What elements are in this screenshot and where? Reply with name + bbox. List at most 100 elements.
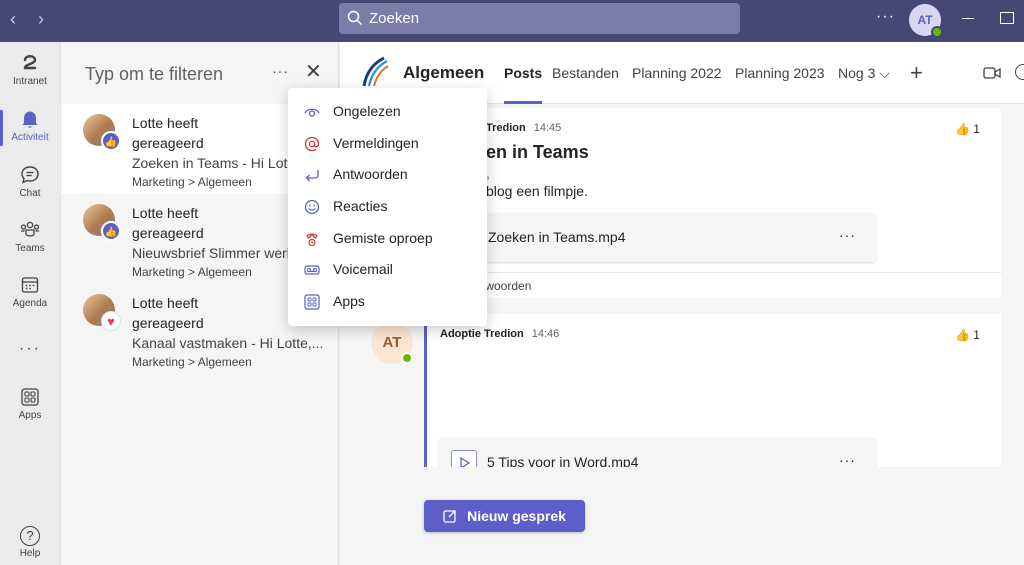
presence-available-icon bbox=[401, 352, 413, 364]
close-filter-icon[interactable]: ✕ bbox=[305, 62, 322, 82]
heart-icon: ♥ bbox=[101, 311, 121, 331]
post-author: Tredion bbox=[486, 122, 526, 134]
new-conversation-button[interactable]: Nieuw gesprek bbox=[424, 500, 585, 532]
rail-item-label: Teams bbox=[15, 243, 45, 254]
apps-icon bbox=[304, 294, 320, 310]
reaction-count: 1 bbox=[973, 122, 980, 136]
help-button[interactable]: ? Help bbox=[0, 526, 60, 559]
rail-item-chat[interactable]: Chat bbox=[0, 164, 60, 199]
rail-item-apps[interactable]: Apps bbox=[0, 386, 60, 421]
rail-item-teams[interactable]: Teams bbox=[0, 219, 60, 254]
post: Adoptie Tredion 14:46 👍 1 5 Tips voor in … bbox=[424, 314, 1001, 487]
menu-item-reactions[interactable]: Reacties bbox=[288, 191, 487, 223]
thumbs-up-icon: 👍 bbox=[101, 221, 121, 241]
tab-planning-2023[interactable]: Planning 2023 bbox=[735, 65, 825, 81]
reply-bar[interactable]: twoorden bbox=[424, 272, 1001, 298]
post-body: blog een filmpje. bbox=[486, 183, 588, 199]
thumbs-up-icon: 👍 bbox=[101, 131, 121, 151]
feed-preview: Kanaal vastmaken - Hi Lotte,... bbox=[132, 335, 324, 351]
post-title: en in Teams bbox=[486, 142, 589, 162]
menu-item-missed-call[interactable]: Gemiste oproep bbox=[288, 223, 487, 255]
menu-item-replies[interactable]: Antwoorden bbox=[288, 159, 487, 191]
minimize-icon[interactable] bbox=[962, 18, 974, 19]
menu-item-label: Antwoorden bbox=[333, 166, 408, 183]
filter-menu: Ongelezen Vermeldingen Antwoorden Reacti… bbox=[288, 88, 487, 326]
back-arrow-icon[interactable]: ‹ bbox=[10, 9, 16, 30]
menu-item-label: Vermeldingen bbox=[333, 134, 419, 151]
attachment-name: Zoeken in Teams.mp4 bbox=[488, 229, 626, 245]
post-meta: Tredion 14:45 bbox=[486, 122, 561, 134]
post-author: Adoptie Tredion bbox=[440, 328, 524, 340]
filter-more-icon[interactable]: ··· bbox=[272, 63, 289, 79]
rail-item-label: Agenda bbox=[12, 298, 48, 309]
reaction-count: 1 bbox=[973, 328, 980, 342]
rail-item-agenda[interactable]: Agenda bbox=[0, 274, 60, 309]
reply-icon bbox=[305, 170, 319, 182]
voicemail-icon bbox=[304, 265, 320, 276]
rail-item-label: Chat bbox=[19, 188, 41, 199]
add-tab-icon[interactable]: + bbox=[910, 60, 923, 86]
user-initials: AT bbox=[917, 13, 933, 27]
post-time: 14:46 bbox=[531, 328, 560, 340]
teams-icon bbox=[20, 221, 40, 237]
bell-icon bbox=[22, 111, 38, 128]
tab-planning-2022[interactable]: Planning 2022 bbox=[632, 65, 722, 81]
chat-icon bbox=[21, 166, 39, 184]
compose-area: Nieuw gesprek bbox=[340, 467, 1024, 565]
search-placeholder: Zoeken bbox=[369, 10, 420, 27]
tab-bestanden[interactable]: Bestanden bbox=[552, 65, 619, 81]
reply-link[interactable]: twoorden bbox=[482, 279, 531, 293]
search-icon bbox=[347, 10, 363, 26]
rail-item-activity[interactable]: Activiteit bbox=[0, 108, 60, 146]
post: Tredion 14:45 👍 1 en in Teams , blog een … bbox=[424, 108, 1001, 298]
compose-icon bbox=[443, 510, 457, 523]
attachment-more-icon[interactable]: ··· bbox=[839, 227, 856, 243]
video-meeting-icon[interactable] bbox=[983, 66, 1001, 80]
calendar-icon bbox=[21, 277, 39, 293]
rail-item-label: Activiteit bbox=[11, 132, 49, 143]
menu-item-apps[interactable]: Apps bbox=[288, 286, 487, 318]
rail-item-intranet[interactable]: Intranet bbox=[0, 52, 60, 87]
reaction-badge[interactable]: 👍 1 bbox=[955, 328, 980, 342]
menu-item-label: Voicemail bbox=[333, 261, 393, 278]
missed-call-icon bbox=[306, 233, 318, 246]
settings-more-icon[interactable]: ··· bbox=[876, 8, 895, 26]
post-meta: Adoptie Tredion 14:46 bbox=[440, 328, 559, 340]
title-bar: ‹ › Zoeken ··· AT bbox=[0, 0, 1024, 42]
menu-item-mentions[interactable]: Vermeldingen bbox=[288, 128, 487, 160]
new-conversation-label: Nieuw gesprek bbox=[467, 508, 566, 524]
rail-item-label: Apps bbox=[18, 410, 42, 421]
reaction-badge[interactable]: 👍 1 bbox=[955, 122, 980, 136]
more-apps-icon[interactable]: ··· bbox=[0, 340, 60, 358]
menu-item-label: Ongelezen bbox=[333, 103, 401, 119]
at-icon bbox=[304, 136, 320, 151]
menu-item-label: Gemiste oproep bbox=[333, 229, 433, 246]
tab-posts[interactable]: Posts bbox=[504, 65, 543, 104]
eye-icon bbox=[304, 108, 320, 117]
filter-input[interactable]: Typ om te filteren bbox=[85, 64, 223, 85]
attachment-more-icon[interactable]: ··· bbox=[839, 452, 856, 468]
avatar[interactable]: AT bbox=[371, 322, 413, 364]
help-label: Help bbox=[19, 548, 41, 559]
forward-arrow-icon[interactable]: › bbox=[38, 9, 44, 30]
intranet-icon bbox=[23, 55, 37, 70]
user-avatar[interactable]: AT bbox=[909, 4, 943, 38]
channel-name: Algemeen bbox=[403, 63, 485, 82]
menu-item-label: Reacties bbox=[333, 198, 388, 215]
tab-more[interactable]: Nog 3 ⌵ bbox=[838, 65, 890, 82]
app-rail: Intranet Activiteit Chat Teams Agenda ··… bbox=[0, 42, 60, 565]
menu-item-label: Apps bbox=[333, 293, 365, 310]
menu-item-unread[interactable]: Ongelezen bbox=[288, 96, 487, 128]
channel-logo-icon bbox=[362, 56, 389, 87]
feed-path: Marketing > Algemeen bbox=[132, 355, 252, 369]
presence-available-icon bbox=[931, 26, 943, 38]
menu-item-voicemail[interactable]: Voicemail bbox=[288, 254, 487, 286]
avatar-initials: AT bbox=[382, 334, 402, 351]
help-icon: ? bbox=[20, 526, 40, 546]
maximize-icon[interactable] bbox=[1000, 12, 1014, 24]
channel-info-icon[interactable] bbox=[1015, 64, 1024, 80]
smile-icon bbox=[304, 199, 320, 215]
attachment-card[interactable]: Zoeken in Teams.mp4 ··· bbox=[424, 213, 876, 262]
search-input[interactable]: Zoeken bbox=[339, 3, 740, 34]
apps-icon bbox=[21, 388, 39, 406]
